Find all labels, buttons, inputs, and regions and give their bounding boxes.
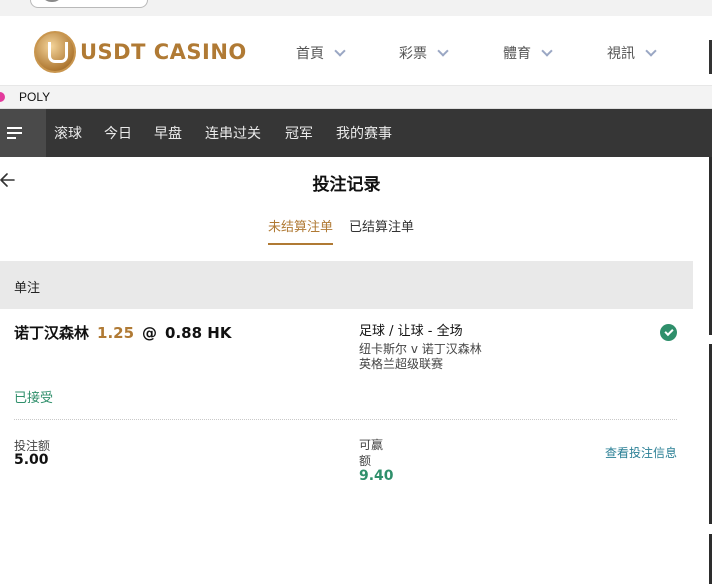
provider-label: POLY xyxy=(19,90,51,104)
site-nav-lottery[interactable]: 彩票 xyxy=(399,43,503,63)
bet-records-panel: 投注记录 未结算注单 已结算注单 单注 诺丁汉森林 1.25 @ 0.88 HK… xyxy=(0,157,693,584)
tab-settled[interactable]: 已结算注单 xyxy=(349,216,414,245)
hamburger-icon-line xyxy=(7,127,22,129)
at-symbol: @ xyxy=(142,324,158,342)
sports-tab-today[interactable]: 今日 xyxy=(104,123,132,143)
sports-tab-early[interactable]: 早盘 xyxy=(154,123,182,143)
browser-top-strip xyxy=(0,0,712,16)
logo-badge-icon xyxy=(34,31,76,73)
site-logo[interactable]: USDT CASINO xyxy=(34,29,247,75)
provider-dot-icon xyxy=(0,92,5,102)
tab-unsettled[interactable]: 未结算注单 xyxy=(268,216,334,245)
bet-status: 已接受 xyxy=(14,391,54,406)
section-label: 单注 xyxy=(14,281,41,296)
chevron-down-icon xyxy=(437,45,449,57)
market-label: 足球 / 让球 - 全场 xyxy=(359,324,463,339)
selection-name: 诺丁汉森林 xyxy=(14,324,90,342)
check-circle-icon xyxy=(660,324,677,341)
site-nav-sports[interactable]: 體育 xyxy=(503,43,607,63)
site-header: USDT CASINO 首頁 彩票 體育 視訊 xyxy=(0,16,712,86)
chevron-down-icon xyxy=(541,45,553,57)
logo-text: USDT CASINO xyxy=(80,40,247,64)
league-name: 英格兰超级联赛 xyxy=(359,357,444,371)
pill-avatar-icon xyxy=(43,0,61,2)
site-nav: 首頁 彩票 體育 視訊 xyxy=(296,43,667,63)
site-nav-label: 首頁 xyxy=(296,46,324,62)
bet-selection: 诺丁汉森林 1.25 @ 0.88 HK xyxy=(14,322,231,343)
site-nav-label: 彩票 xyxy=(399,46,427,62)
hamburger-icon-line xyxy=(7,132,22,134)
chevron-down-icon xyxy=(334,45,346,57)
stake-value: 5.00 xyxy=(14,452,49,468)
potential-win-value: 9.40 xyxy=(359,468,394,484)
match-teams: 纽卡斯尔 v 诺丁汉森林 xyxy=(359,342,482,356)
site-nav-label: 體育 xyxy=(503,46,531,62)
sports-tab-live[interactable]: 滚球 xyxy=(54,123,82,143)
site-nav-home[interactable]: 首頁 xyxy=(296,43,399,63)
bet-tabs: 未结算注单 已结算注单 xyxy=(268,216,414,245)
dotted-divider xyxy=(14,419,677,420)
site-nav-live[interactable]: 視訊 xyxy=(607,43,667,63)
top-pill-control[interactable] xyxy=(30,0,148,8)
handicap-line: 1.25 xyxy=(97,324,135,342)
menu-button[interactable] xyxy=(0,109,46,157)
hamburger-icon-line xyxy=(7,137,16,139)
sports-tab-parlay[interactable]: 连串过关 xyxy=(205,123,261,143)
site-nav-label: 視訊 xyxy=(607,46,635,62)
potential-win-label: 可赢额 xyxy=(359,438,384,468)
chevron-down-icon xyxy=(645,45,657,57)
sports-tab-my-events[interactable]: 我的赛事 xyxy=(336,123,392,143)
view-bet-details-link[interactable]: 查看投注信息 xyxy=(605,444,677,461)
odds-price: 0.88 HK xyxy=(165,324,232,342)
provider-bar: POLY xyxy=(0,86,712,109)
page-title: 投注记录 xyxy=(312,175,381,195)
sports-nav: 滚球 今日 早盘 连串过关 冠军 我的赛事 xyxy=(0,109,712,157)
sports-tab-outright[interactable]: 冠军 xyxy=(285,123,313,143)
section-header: 单注 xyxy=(0,261,693,309)
